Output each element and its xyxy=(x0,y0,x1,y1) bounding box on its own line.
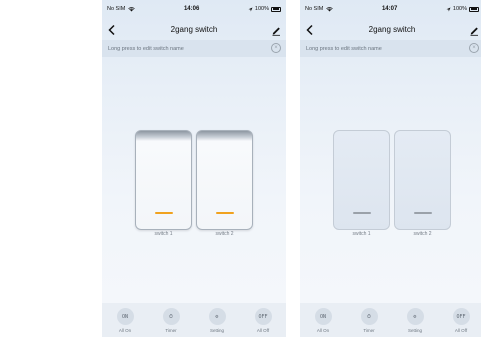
clock-time: 14:06 xyxy=(183,6,200,12)
bottom-action-bar: ON All On ⏱ Timer ⚙ Setting OFF All Off xyxy=(300,303,481,337)
setting-label: Setting xyxy=(209,328,224,333)
edit-name-hint-banner: Long press to edit switch name × xyxy=(300,40,481,57)
carrier-label: No SIM xyxy=(107,6,126,12)
switch-1-label[interactable]: switch 1 xyxy=(333,231,390,237)
timer-button[interactable]: ⏱ Timer xyxy=(162,308,180,333)
switch-1-indicator-light xyxy=(352,211,371,214)
switch-1-rocker[interactable] xyxy=(135,130,192,230)
timer-clock-icon: ⏱ xyxy=(360,308,378,325)
all-on-button[interactable]: ON All On xyxy=(314,308,332,333)
timer-label: Timer xyxy=(363,328,375,333)
settings-gear-icon: ⚙ xyxy=(208,308,226,325)
setting-button[interactable]: ⚙ Setting xyxy=(208,308,226,333)
navigation-bar: 2gang switch xyxy=(102,18,286,40)
timer-button[interactable]: ⏱ Timer xyxy=(360,308,378,333)
power-off-icon: OFF xyxy=(452,308,470,325)
page-title: 2gang switch xyxy=(170,24,218,34)
status-bar: No SIM 14:06 100% xyxy=(102,0,286,18)
wifi-icon xyxy=(326,6,334,12)
all-on-label: All On xyxy=(118,328,132,333)
switch-1-rocker[interactable] xyxy=(333,130,390,230)
back-chevron-icon[interactable] xyxy=(305,23,315,36)
location-arrow-icon xyxy=(446,7,451,12)
switch-1-indicator-light xyxy=(154,211,173,214)
two-gang-switch-panel: switch 1 switch 2 xyxy=(333,130,451,237)
all-off-label: All Off xyxy=(256,328,270,333)
bottom-action-bar: ON All On ⏱ Timer ⚙ Setting OFF All Off xyxy=(102,303,286,337)
all-on-button[interactable]: ON All On xyxy=(116,308,134,333)
battery-icon xyxy=(469,6,479,12)
clock-time: 14:07 xyxy=(381,6,398,12)
wifi-icon xyxy=(128,6,136,12)
close-hint-button[interactable]: × xyxy=(469,43,479,53)
hint-text: Long press to edit switch name xyxy=(108,45,184,52)
edit-pencil-icon[interactable] xyxy=(469,23,479,36)
switch-1-label[interactable]: switch 1 xyxy=(135,231,192,237)
two-gang-switch-panel: switch 1 switch 2 xyxy=(135,130,253,237)
edit-pencil-icon[interactable] xyxy=(271,23,281,36)
timer-label: Timer xyxy=(165,328,177,333)
navigation-bar: 2gang switch xyxy=(300,18,481,40)
close-hint-button[interactable]: × xyxy=(271,43,281,53)
battery-icon xyxy=(271,6,281,12)
switch-2-rocker[interactable] xyxy=(394,130,451,230)
hint-text: Long press to edit switch name xyxy=(306,45,382,52)
phone-screen-switches-off: No SIM 14:07 100% 2gang switch Long pres… xyxy=(300,0,481,337)
switch-2-indicator-light xyxy=(413,211,432,214)
all-off-label: All Off xyxy=(454,328,468,333)
settings-gear-icon: ⚙ xyxy=(406,308,424,325)
battery-percent: 100% xyxy=(254,6,269,12)
timer-clock-icon: ⏱ xyxy=(162,308,180,325)
carrier-label: No SIM xyxy=(305,6,324,12)
edit-name-hint-banner: Long press to edit switch name × xyxy=(102,40,286,57)
switch-2-label[interactable]: switch 2 xyxy=(196,231,253,237)
page-title: 2gang switch xyxy=(368,24,416,34)
phone-screen-switches-on: No SIM 14:06 100% 2gang switch Long pres… xyxy=(102,0,286,337)
status-bar: No SIM 14:07 100% xyxy=(300,0,481,18)
switch-2-label[interactable]: switch 2 xyxy=(394,231,451,237)
setting-label: Setting xyxy=(407,328,422,333)
switch-2-indicator-light xyxy=(215,211,234,214)
power-off-icon: OFF xyxy=(254,308,272,325)
setting-button[interactable]: ⚙ Setting xyxy=(406,308,424,333)
all-on-label: All On xyxy=(316,328,330,333)
power-on-icon: ON xyxy=(116,308,134,325)
all-off-button[interactable]: OFF All Off xyxy=(254,308,272,333)
all-off-button[interactable]: OFF All Off xyxy=(452,308,470,333)
switch-2-rocker[interactable] xyxy=(196,130,253,230)
power-on-icon: ON xyxy=(314,308,332,325)
battery-percent: 100% xyxy=(452,6,467,12)
back-chevron-icon[interactable] xyxy=(107,23,117,36)
location-arrow-icon xyxy=(248,7,253,12)
